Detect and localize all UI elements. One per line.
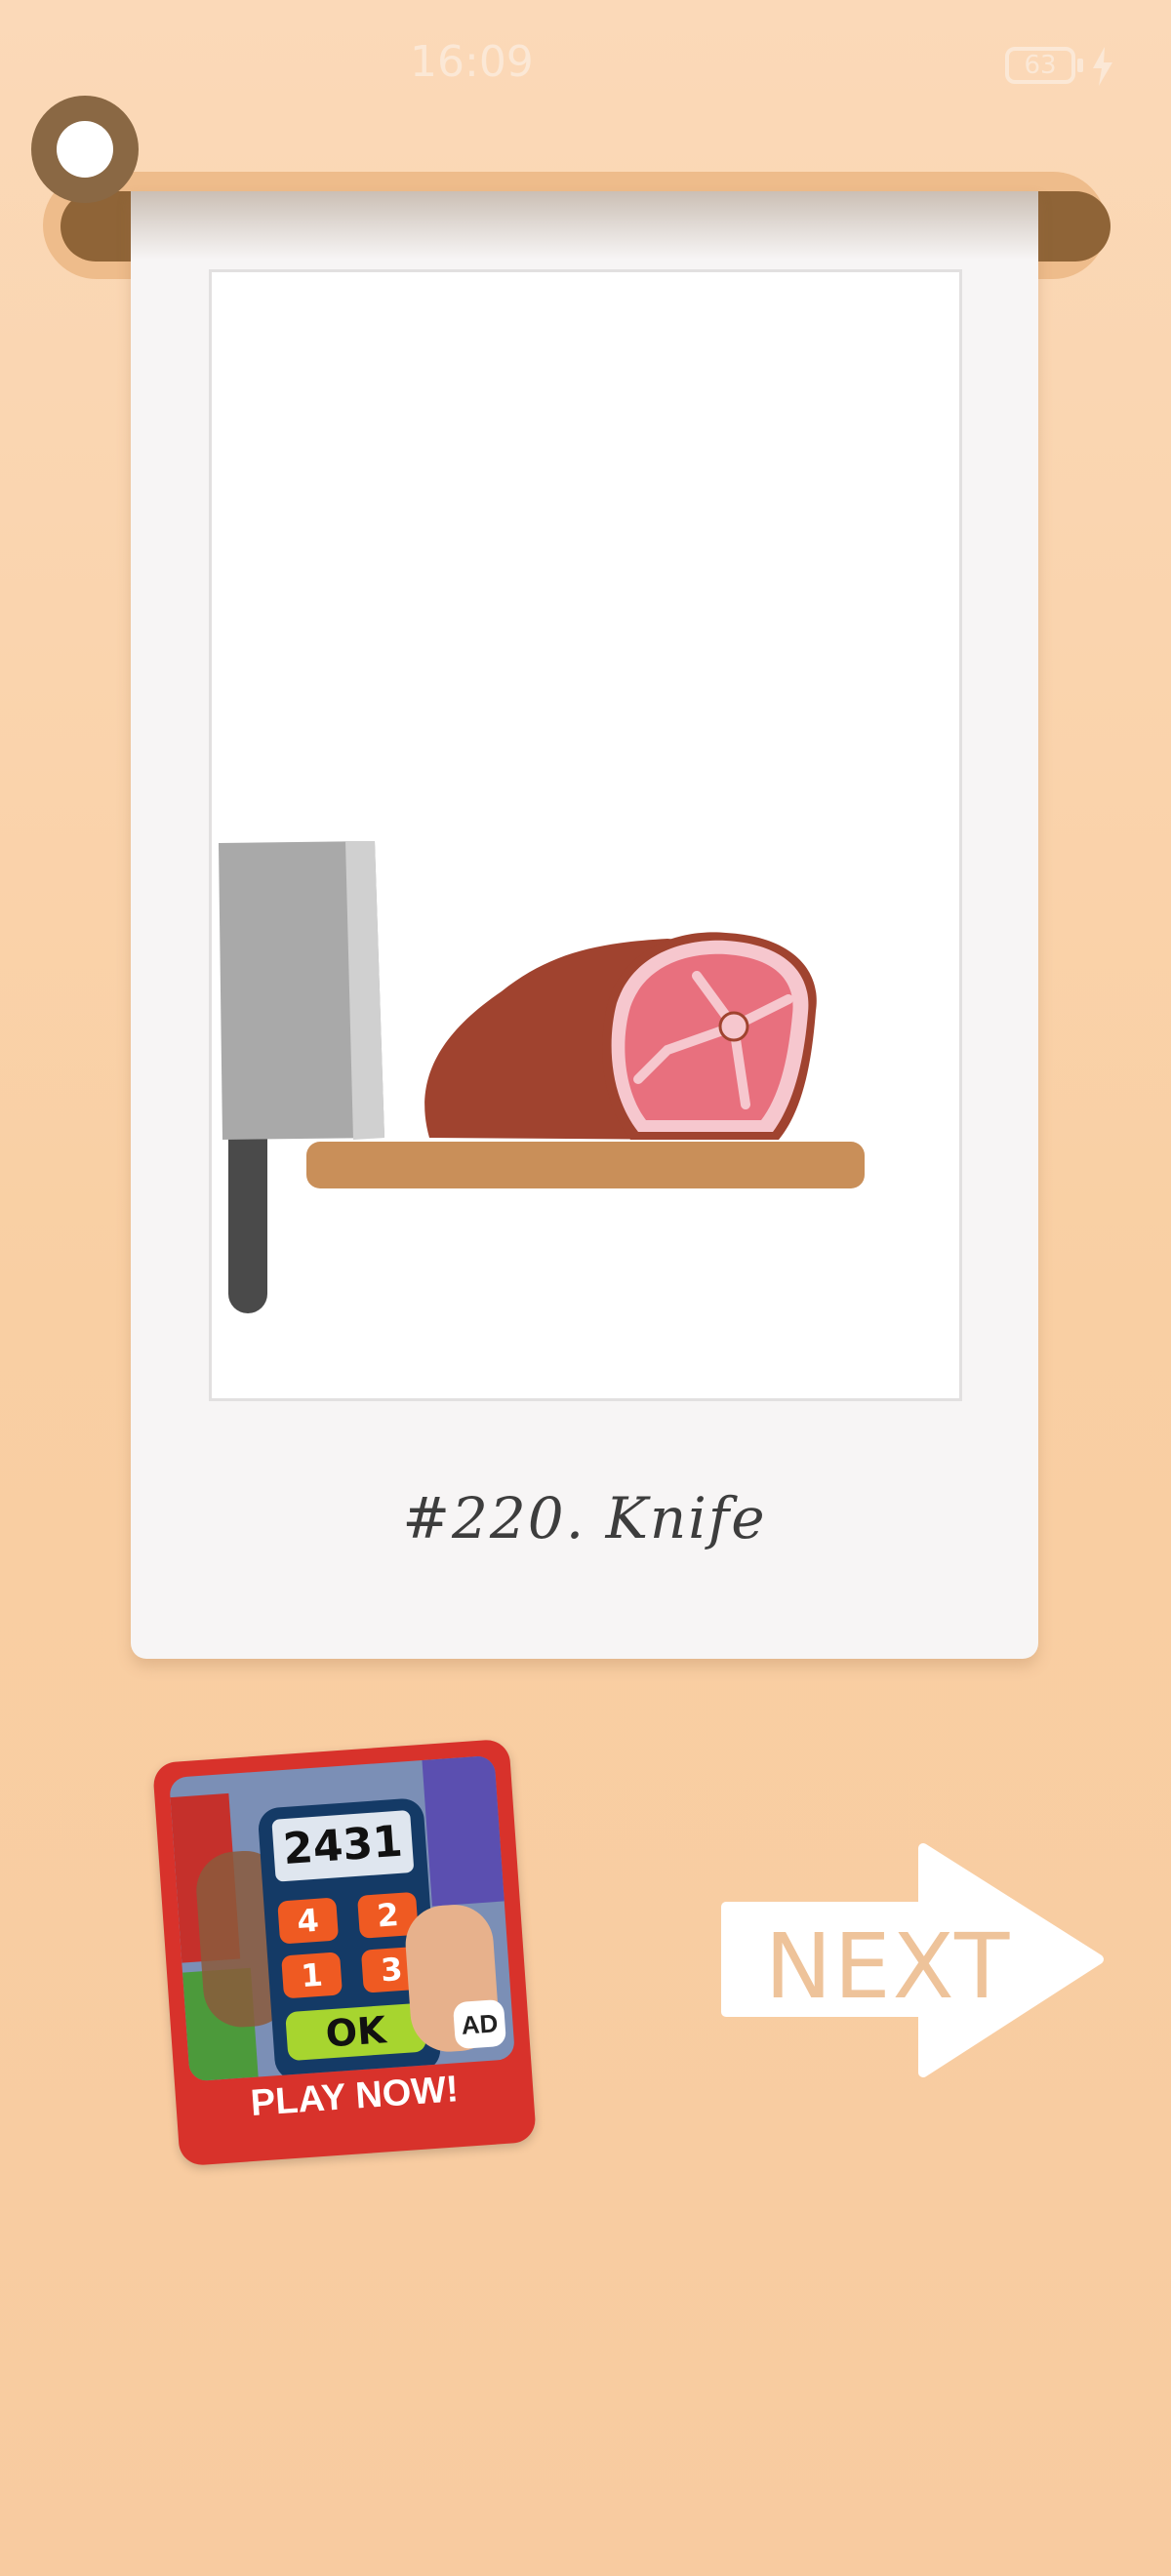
charging-icon [1093,47,1112,86]
pin-head [57,121,113,178]
cleaver [219,841,384,1313]
battery-nub [1077,59,1083,72]
ad-code-display: 2431 [271,1809,415,1882]
cutting-board [306,1142,865,1188]
level-illustration [219,841,865,1313]
status-time: 16:09 [410,37,534,87]
ad-badge: AD [452,1998,507,2050]
ad-key: 1 [281,1952,343,1999]
card-top-shadow [131,191,1038,260]
battery-icon: 63 [1005,47,1075,84]
ad-banner[interactable]: 2431 4 2 1 3 OK AD PLAY NOW! [152,1738,537,2167]
ad-bg-wall [422,1754,510,1907]
meat [424,932,817,1140]
level-caption: #220. Knife [402,1485,767,1551]
cleaver-handle [228,1118,267,1313]
ad-key: 4 [277,1897,340,1945]
next-label[interactable]: NEXT [761,1914,1015,2019]
meat-bone [718,1011,749,1042]
ad-ok-key: OK [285,2002,427,2062]
status-bar: 16:09 63 [0,0,1171,137]
battery-level: 63 [1024,51,1057,80]
